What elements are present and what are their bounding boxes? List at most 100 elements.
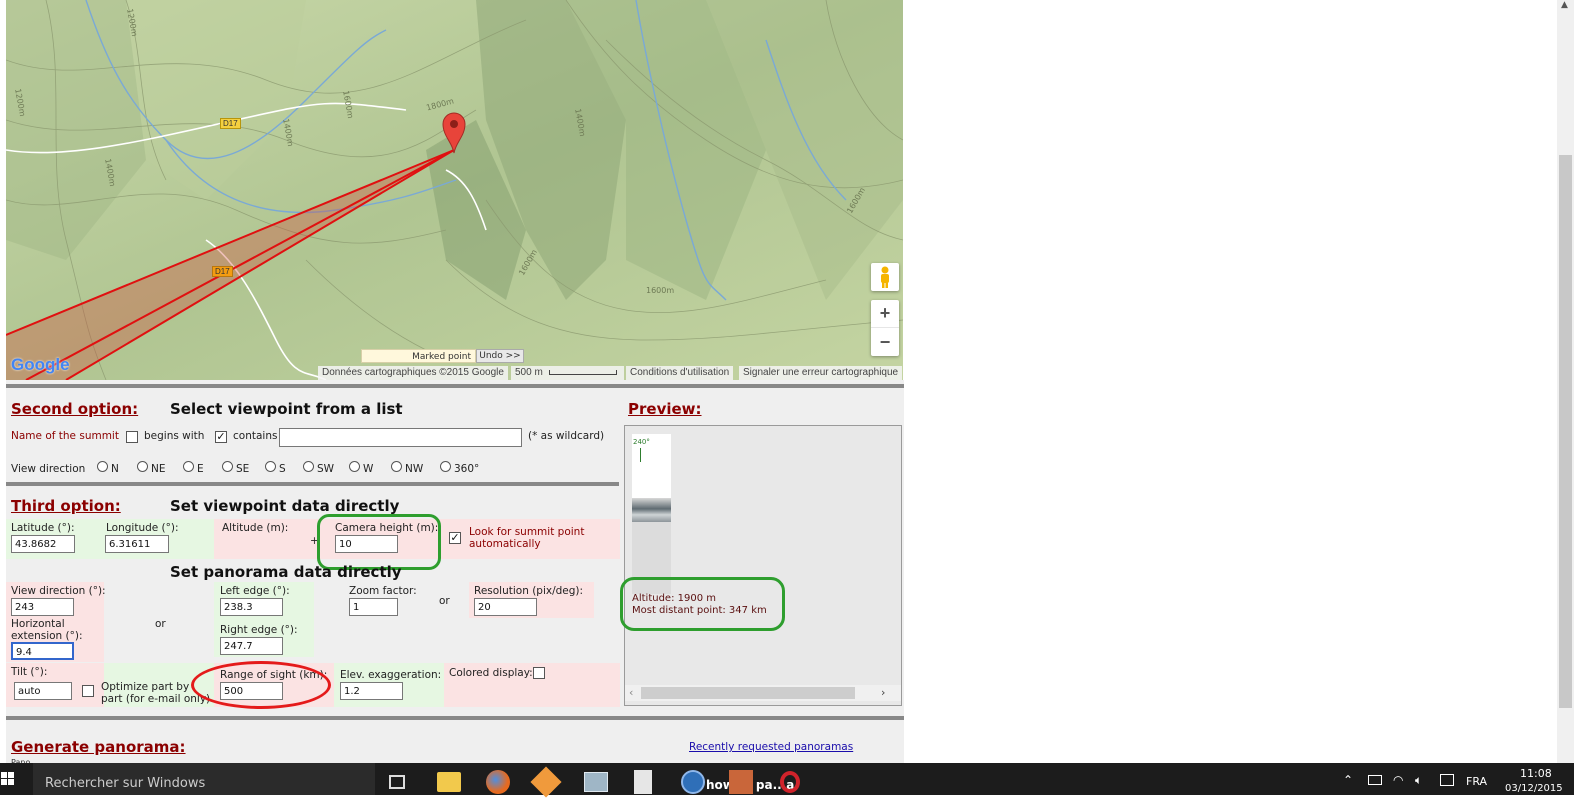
app-icon[interactable]	[530, 766, 562, 798]
longitude-label: Longitude (°):	[106, 522, 179, 534]
direction-label: E	[197, 463, 204, 475]
firefox-icon[interactable]	[486, 770, 510, 794]
scroll-up-icon[interactable]: ▲	[1561, 0, 1568, 10]
opera-icon[interactable]	[780, 771, 800, 793]
panorama-subtitle: Set panorama data directly	[170, 563, 402, 581]
wifi-icon[interactable]: ◠	[1393, 773, 1403, 787]
latitude-input[interactable]: 43.8682	[11, 535, 75, 553]
battery-icon[interactable]	[1368, 775, 1382, 785]
direction-radio-w[interactable]	[349, 461, 360, 472]
scale-bar	[548, 369, 617, 375]
tilt-input[interactable]: auto	[14, 682, 72, 700]
right-edge-input[interactable]: 247.7	[220, 637, 283, 655]
divider	[6, 482, 619, 486]
view-direction-input[interactable]: 243	[11, 598, 74, 616]
direction-radio-360[interactable]	[440, 461, 451, 472]
undo-button[interactable]: Undo >>	[476, 349, 524, 363]
direction-label: SW	[317, 463, 335, 475]
page-scrollbar[interactable]: ▲	[1557, 0, 1574, 763]
zoom-factor-label: Zoom factor:	[349, 585, 417, 597]
direction-label: W	[363, 463, 374, 475]
terms-link[interactable]: Conditions d'utilisation	[626, 366, 734, 380]
second-option-subtitle: Select viewpoint from a list	[170, 400, 403, 418]
or-label: or	[155, 618, 166, 630]
camera-height-highlight	[317, 514, 441, 570]
road-label-d17-bottom: D17	[212, 266, 233, 277]
direction-radio-e[interactable]	[183, 461, 194, 472]
page-scroll-thumb[interactable]	[1559, 155, 1572, 708]
app-icon[interactable]	[681, 770, 705, 794]
direction-radio-se[interactable]	[222, 461, 233, 472]
preview-image: 240°	[632, 434, 671, 594]
direction-radio-sw[interactable]	[303, 461, 314, 472]
preview-scrollbar[interactable]: ‹ ›	[625, 685, 901, 701]
chevron-up-icon[interactable]: ⌃	[1343, 773, 1353, 787]
range-of-sight-highlight	[191, 661, 331, 709]
summit-auto-checkbox[interactable]: ✓	[449, 532, 461, 544]
left-edge-input[interactable]: 238.3	[220, 598, 283, 616]
scroll-thumb[interactable]	[641, 687, 855, 699]
zoom-factor-input[interactable]: 1	[349, 598, 398, 616]
begins-with-checkbox[interactable]	[126, 431, 138, 443]
contour-label: 1600m	[646, 286, 675, 295]
report-error-link[interactable]: Signaler une erreur cartographique	[739, 366, 903, 380]
or-label: or	[439, 595, 450, 607]
clock-date[interactable]: 03/12/2015	[1505, 783, 1563, 794]
scroll-left-icon[interactable]: ‹	[629, 686, 633, 699]
google-logo[interactable]: Google	[11, 355, 70, 375]
zoom-out-button[interactable]: −	[871, 328, 899, 356]
begins-with-label: begins with	[144, 430, 205, 442]
horizontal-extension-input[interactable]: 9.4	[11, 642, 74, 660]
direction-radio-s[interactable]	[265, 461, 276, 472]
generate-title: Generate panorama:	[11, 738, 186, 756]
right-edge-label: Right edge (°):	[220, 624, 298, 636]
search-box[interactable]: Rechercher sur Windows	[33, 763, 375, 795]
zoom-in-button[interactable]: +	[871, 300, 899, 328]
map-marker-icon[interactable]	[442, 112, 466, 154]
language-indicator[interactable]: FRA	[1466, 775, 1487, 788]
elev-exaggeration-input[interactable]: 1.2	[340, 682, 403, 700]
longitude-input[interactable]: 6.31611	[105, 535, 169, 553]
optimize-checkbox[interactable]	[82, 685, 94, 697]
contains-checkbox[interactable]: ✓	[215, 431, 227, 443]
elev-exaggeration-label: Elev. exaggeration:	[340, 669, 442, 681]
altitude-label: Altitude (m):	[222, 522, 289, 534]
app-icon[interactable]	[584, 772, 608, 792]
direction-radio-nw[interactable]	[391, 461, 402, 472]
summit-search-input[interactable]	[279, 428, 522, 447]
divider	[6, 384, 904, 388]
calculator-icon[interactable]	[634, 770, 652, 794]
direction-radio-n[interactable]	[97, 461, 108, 472]
tilt-label: Tilt (°):	[11, 666, 48, 678]
scroll-right-icon[interactable]: ›	[881, 686, 885, 699]
second-option-title: Second option:	[11, 400, 139, 418]
direction-label: 360°	[454, 463, 480, 475]
colored-display-checkbox[interactable]	[533, 667, 545, 679]
left-edge-label: Left edge (°):	[220, 585, 290, 597]
file-explorer-icon[interactable]	[437, 772, 461, 792]
colored-display-label: Colored display:	[449, 667, 533, 679]
direction-radio-ne[interactable]	[137, 461, 148, 472]
direction-label: NE	[151, 463, 166, 475]
app-icon[interactable]	[729, 770, 753, 794]
recent-panoramas-link[interactable]: Recently requested panoramas	[689, 741, 853, 753]
clock-time[interactable]: 11:08	[1520, 767, 1552, 780]
terrain-map-canvas	[6, 0, 903, 380]
windows-start-icon[interactable]	[1, 772, 15, 786]
preview-terrain	[632, 498, 671, 522]
terrain-map[interactable]: D17 D17 1200m 1800m 1600m 1400m 1400m 16…	[6, 0, 903, 380]
map-attribution: Données cartographiques ©2015 Google	[318, 366, 508, 380]
direction-label: SE	[236, 463, 250, 475]
divider	[6, 716, 904, 720]
latitude-label: Latitude (°):	[11, 522, 75, 534]
horizontal-extension-label: Horizontal extension (°):	[11, 618, 83, 642]
scale-label: 500 m	[515, 367, 543, 378]
resolution-input[interactable]: 20	[474, 598, 537, 616]
windows-taskbar: Rechercher sur Windows how ... pa...a ⌃ …	[0, 763, 1574, 798]
street-view-button[interactable]	[871, 263, 899, 291]
third-option-title: Third option:	[11, 497, 121, 515]
summit-auto-label: Look for summit point automatically	[469, 526, 585, 550]
notifications-icon[interactable]	[1440, 774, 1454, 786]
task-view-icon[interactable]	[389, 775, 405, 789]
volume-icon[interactable]: 🔈︎	[1415, 773, 1422, 788]
